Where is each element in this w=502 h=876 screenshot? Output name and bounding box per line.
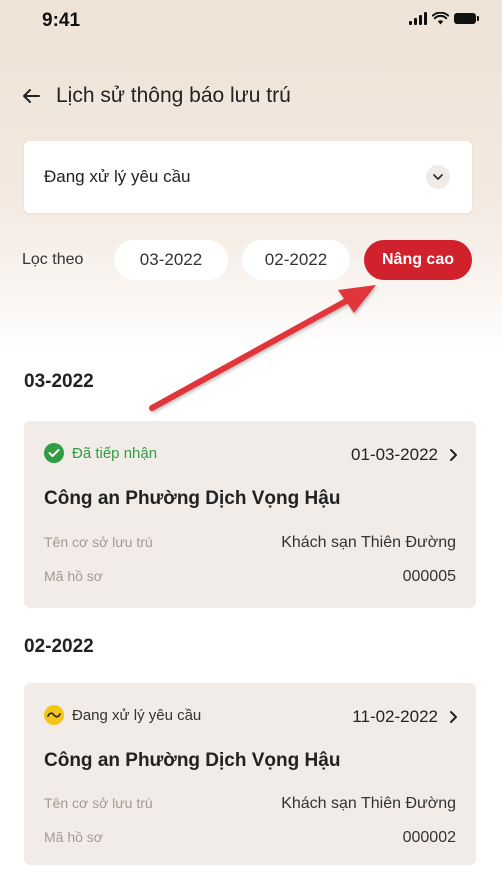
chevron-down-icon bbox=[426, 165, 450, 189]
facility-row: Tên cơ sở lưu trú Khách sạn Thiên Đường bbox=[44, 534, 456, 554]
facility-label: Tên cơ sở lưu trú bbox=[44, 534, 153, 550]
code-label: Mã hồ sơ bbox=[44, 568, 103, 584]
agency-name: Công an Phường Dịch Vọng Hậu bbox=[44, 750, 341, 771]
record-date-text: 11-02-2022 bbox=[352, 707, 438, 726]
section-title: 03-2022 bbox=[24, 371, 94, 392]
filter-label: Lọc theo bbox=[22, 251, 84, 268]
record-card[interactable]: Đã tiếp nhận 01-03-2022 Công an Phường D… bbox=[24, 421, 476, 608]
filter-chip-03-2022[interactable]: 03-2022 bbox=[114, 240, 228, 280]
status-badge: Đang xử lý yêu cầu bbox=[44, 705, 201, 725]
status-dropdown-value: Đang xử lý yêu cầu bbox=[44, 167, 191, 186]
facility-label: Tên cơ sở lưu trú bbox=[44, 795, 153, 811]
filter-chip-02-2022[interactable]: 02-2022 bbox=[242, 240, 350, 280]
facility-value: Khách sạn Thiên Đường bbox=[281, 795, 456, 812]
code-value: 000002 bbox=[402, 829, 456, 846]
back-arrow-icon[interactable] bbox=[20, 85, 42, 107]
code-row: Mã hồ sơ 000002 bbox=[44, 829, 456, 849]
record-date[interactable]: 11-02-2022 bbox=[352, 707, 458, 727]
status-bar: 9:41 bbox=[0, 0, 502, 44]
code-value: 000005 bbox=[402, 568, 456, 585]
record-card[interactable]: Đang xử lý yêu cầu 11-02-2022 Công an Ph… bbox=[24, 683, 476, 865]
status-text: Đã tiếp nhận bbox=[72, 444, 158, 462]
status-time: 9:41 bbox=[42, 10, 81, 31]
code-row: Mã hồ sơ 000005 bbox=[44, 568, 456, 588]
status-text: Đang xử lý yêu cầu bbox=[72, 706, 202, 724]
status-badge: Đã tiếp nhận bbox=[44, 443, 157, 463]
status-icons bbox=[409, 12, 479, 25]
record-date[interactable]: 01-03-2022 bbox=[351, 445, 458, 465]
signal-icon bbox=[409, 12, 427, 25]
section-title: 02-2022 bbox=[24, 636, 94, 657]
page-header: Lịch sử thông báo lưu trú bbox=[20, 84, 291, 108]
facility-value: Khách sạn Thiên Đường bbox=[281, 534, 456, 551]
agency-name: Công an Phường Dịch Vọng Hậu bbox=[44, 488, 341, 509]
check-circle-icon bbox=[44, 443, 64, 463]
wifi-icon bbox=[432, 12, 449, 25]
record-date-text: 01-03-2022 bbox=[351, 445, 438, 464]
status-dropdown[interactable]: Đang xử lý yêu cầu bbox=[24, 141, 472, 213]
facility-row: Tên cơ sở lưu trú Khách sạn Thiên Đường bbox=[44, 795, 456, 815]
filter-row: Lọc theo 03-2022 02-2022 Nâng cao bbox=[22, 240, 482, 282]
page-title: Lịch sử thông báo lưu trú bbox=[56, 84, 291, 107]
advanced-filter-button[interactable]: Nâng cao bbox=[364, 240, 472, 280]
chevron-right-icon bbox=[450, 711, 457, 723]
chevron-right-icon bbox=[450, 449, 457, 461]
processing-icon bbox=[44, 705, 64, 725]
code-label: Mã hồ sơ bbox=[44, 829, 103, 845]
battery-icon bbox=[454, 13, 479, 24]
